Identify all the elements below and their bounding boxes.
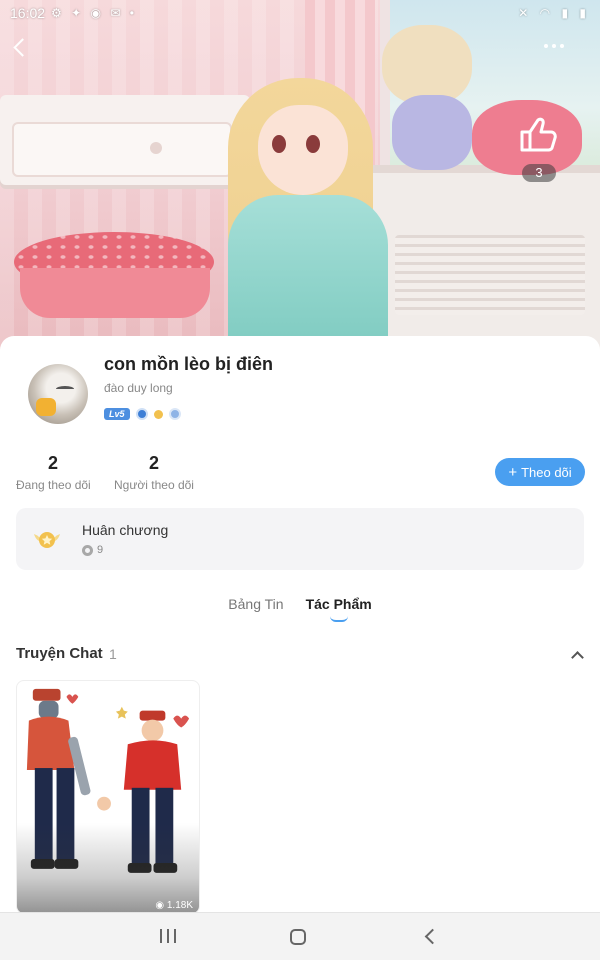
profile-name: con mồn lèo bị điên	[104, 354, 274, 374]
coin-badge-icon[interactable]	[153, 409, 163, 419]
status-notification-icons: ⚙ ✦ ◉ ✉ •	[51, 6, 137, 20]
medal-card[interactable]: Huân chương 9	[16, 508, 584, 570]
verified-badge-icon[interactable]	[135, 408, 148, 420]
tab-works[interactable]: Tác Phẩm	[305, 596, 372, 622]
section-title: Truyện Chat	[16, 645, 103, 662]
shield-badge-icon[interactable]	[168, 408, 181, 420]
teddy-bear	[382, 25, 477, 175]
profile-tabs: Bảng Tin Tác Phẩm	[0, 596, 600, 622]
level-badge[interactable]: Lv5	[104, 408, 130, 420]
avatar[interactable]	[28, 364, 88, 424]
back-arrow-icon[interactable]	[12, 38, 32, 58]
follow-button-label: Theo dõi	[521, 464, 572, 480]
home-icon[interactable]	[290, 929, 306, 945]
section-count: 1	[109, 646, 117, 662]
plus-icon: +	[508, 463, 518, 481]
profile-sheet: con mồn lèo bị điên đào duy long Lv5 2 Đ…	[0, 336, 600, 914]
medal-count-row: 9	[82, 544, 103, 556]
avatar-character-face	[258, 105, 348, 195]
bear-body	[392, 95, 472, 170]
medal-count: 9	[97, 544, 104, 556]
avatar-fist	[36, 398, 56, 416]
nav-back-icon[interactable]	[424, 930, 436, 942]
bear-head	[382, 25, 472, 105]
medal-icon	[34, 532, 60, 548]
character-eye-right	[306, 135, 320, 153]
status-system-icons: ✕ ◠ ▮ ▮	[518, 6, 590, 20]
tab-feed-label: Bảng Tin	[228, 596, 284, 612]
following-count: 2	[47, 453, 58, 473]
eye-icon: ◉	[155, 900, 167, 911]
more-options-icon[interactable]	[544, 44, 564, 48]
status-bar: 16:02 ⚙ ✦ ◉ ✉ • ✕ ◠ ▮ ▮	[0, 0, 600, 26]
status-time: 16:02	[10, 5, 46, 21]
followers-label: Người theo dõi	[114, 478, 194, 492]
medal-title: Huân chương	[82, 522, 169, 538]
story-views: ◉ 1.18K	[155, 900, 193, 911]
radiator-vent	[395, 235, 585, 315]
tab-feed[interactable]: Bảng Tin	[228, 596, 283, 620]
badge-row: Lv5	[104, 408, 181, 420]
medal-small-icon	[82, 544, 93, 556]
stool-skirt	[20, 268, 210, 318]
recent-apps-icon[interactable]	[160, 929, 176, 945]
story-views-count: 1.18K	[166, 900, 193, 911]
thumbs-up-icon[interactable]	[516, 112, 560, 156]
followers-count: 2	[148, 453, 159, 473]
profile-subtitle: đào duy long	[104, 381, 173, 395]
character-eye-left	[272, 135, 286, 153]
story-card[interactable]: ◉ 1.18K	[16, 680, 200, 914]
avatar-face	[56, 386, 74, 392]
followers-stat[interactable]: 2 Người theo dõi	[113, 453, 195, 492]
like-count: 3	[522, 164, 556, 182]
tab-active-indicator	[329, 616, 348, 622]
following-stat[interactable]: 2 Đang theo dõi	[16, 453, 91, 492]
android-nav-bar	[0, 912, 600, 960]
following-label: Đang theo dõi	[16, 478, 91, 492]
tab-works-label: Tác Phẩm	[305, 596, 372, 612]
chevron-up-icon[interactable]	[571, 649, 583, 661]
follow-button[interactable]: + Theo dõi	[495, 458, 585, 486]
drawer-knob	[150, 142, 162, 154]
profile-banner: 16:02 ⚙ ✦ ◉ ✉ • ✕ ◠ ▮ ▮ 3	[0, 0, 600, 360]
desk-drawer	[12, 122, 232, 177]
